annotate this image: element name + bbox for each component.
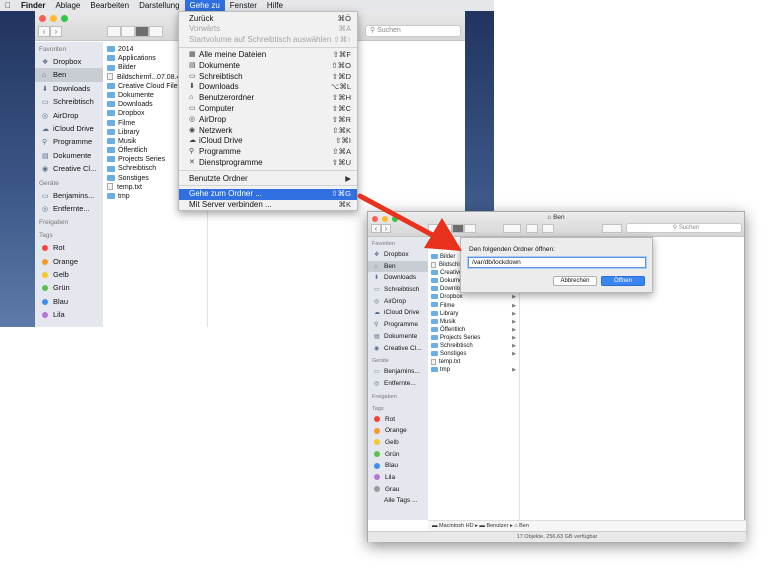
arrow-shaft	[357, 193, 441, 241]
red-arrow-annotation	[357, 193, 462, 251]
